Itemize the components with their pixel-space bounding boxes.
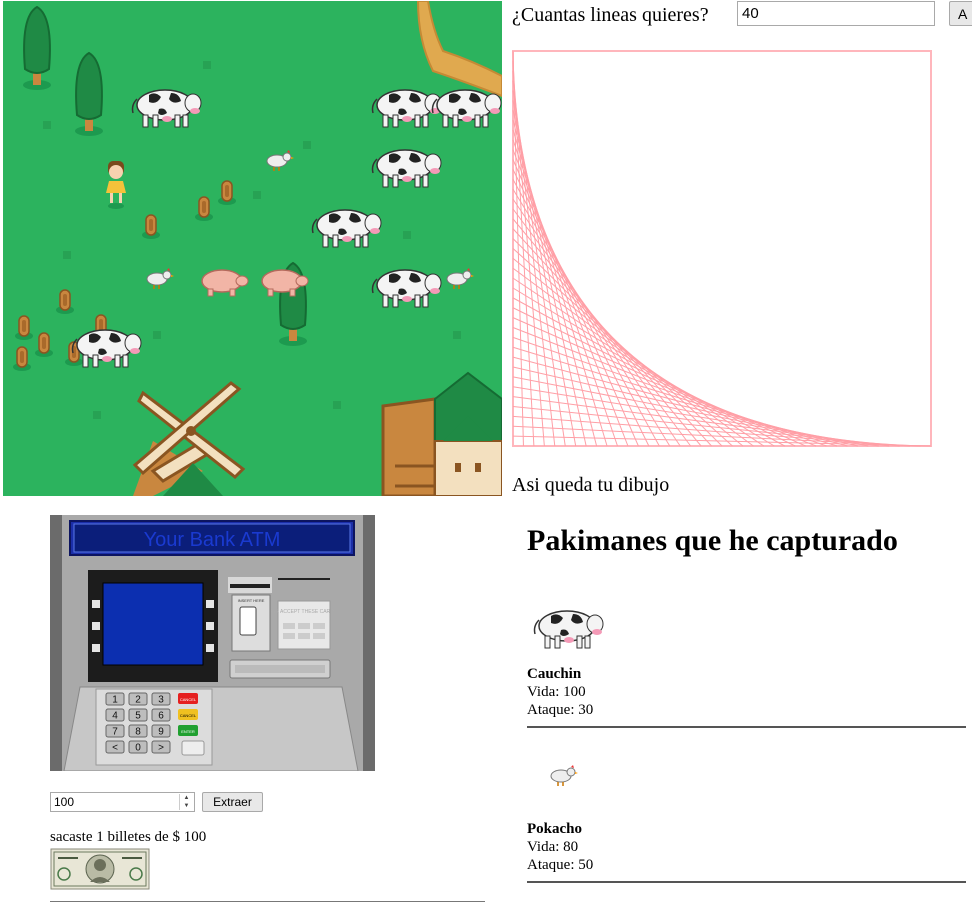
chicken-icon	[550, 764, 579, 787]
insert-here-label: INSERT HERE	[238, 598, 265, 603]
pakiman-name: Pokacho	[527, 821, 583, 837]
pakiman-vida: Vida: 80	[527, 839, 579, 855]
lines-count-input[interactable]	[737, 1, 935, 26]
keypad-key-label: 0	[135, 743, 141, 754]
pakiman-ataque: Ataque: 50	[527, 857, 594, 873]
extract-button[interactable]: Extraer	[202, 792, 263, 812]
keypad-key-label: 5	[135, 711, 141, 722]
pakiman-name: Cauchin	[527, 666, 582, 682]
pakiman-ataque: Ataque: 30	[527, 702, 594, 718]
pakimanes-title: Pakimanes que he capturado	[527, 524, 898, 557]
line-drawing-canvas	[512, 50, 932, 447]
cards-accepted-label: WE ACCEPT THESE CARDS	[271, 609, 338, 615]
keypad-key-label: 2	[135, 695, 141, 706]
atm-machine-image: Your Bank ATM INSERT HERE WE ACCEPT THES…	[50, 515, 375, 771]
keypad-key-label: 7	[112, 727, 118, 738]
cancel-key-label: CANCEL	[180, 697, 197, 702]
pakiman-divider	[527, 881, 966, 883]
spin-down-icon[interactable]: ▼	[180, 802, 193, 810]
keypad-key-label: 6	[158, 711, 164, 722]
keypad-key-label: 8	[135, 727, 141, 738]
withdraw-message: sacaste 1 billetes de $ 100	[50, 829, 207, 845]
drawing-caption: Asi queda tu dibujo	[512, 474, 670, 496]
spin-up-icon[interactable]: ▲	[180, 794, 193, 802]
lines-question-label: ¿Cuantas lineas quieres?	[512, 4, 709, 26]
cow-icon	[533, 610, 604, 649]
keypad-key-label: 3	[158, 695, 164, 706]
amount-input[interactable]: 100 ▲ ▼	[50, 792, 195, 812]
keypad-key-label: 9	[158, 727, 164, 738]
farm-game-canvas[interactable]	[3, 1, 502, 496]
draw-button[interactable]: A	[949, 1, 972, 26]
amount-spinner[interactable]: ▲ ▼	[179, 794, 193, 810]
atm-title: Your Bank ATM	[144, 529, 281, 551]
atm-divider	[50, 901, 485, 902]
keypad-key-label: <	[112, 743, 118, 754]
pakiman-vida: Vida: 100	[527, 684, 586, 700]
dollar-bill-icon	[50, 848, 150, 890]
cancel-key-label: CANCEL	[180, 713, 197, 718]
keypad-key-label: 1	[112, 695, 118, 706]
enter-key-label: ENTER	[181, 729, 195, 734]
keypad-key-label: >	[158, 743, 164, 754]
keypad-key-label: 4	[112, 711, 118, 722]
pakiman-divider	[527, 726, 966, 728]
amount-value: 100	[54, 795, 75, 809]
